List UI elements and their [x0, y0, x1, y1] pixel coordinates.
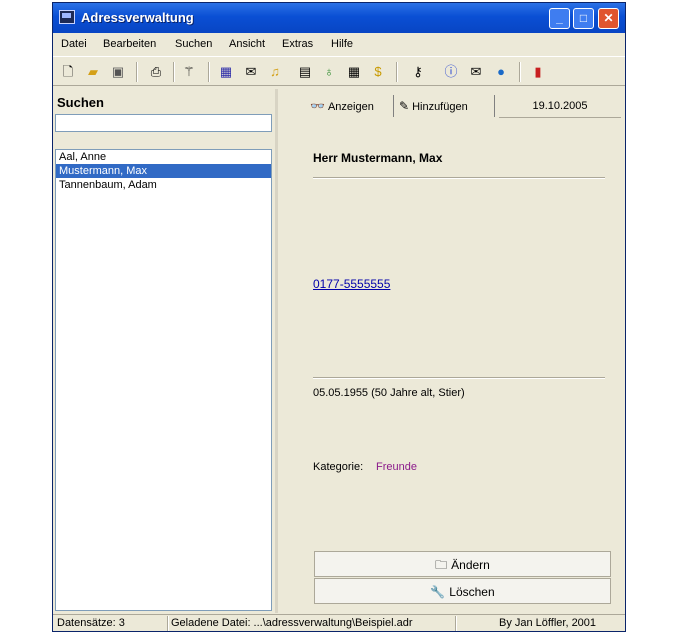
calendar-icon[interactable]: ▦: [218, 64, 234, 80]
edit-button-label: Ändern: [451, 558, 490, 572]
notepad-icon[interactable]: ▤: [297, 64, 313, 80]
contact-list[interactable]: Aal, Anne Mustermann, Max Tannenbaum, Ad…: [55, 149, 272, 611]
list-item[interactable]: Mustermann, Max: [56, 164, 271, 178]
delete-button-label: Löschen: [449, 585, 495, 599]
binoculars-icon: 👓: [310, 99, 325, 113]
key-icon[interactable]: ⚷: [410, 64, 426, 80]
category-value: Freunde: [376, 461, 417, 473]
toolbar: 🗋 ▰ ▣ ⎙ ⚚ ▦ ✉ ♫ ▤ ♁ ▦ $ ⚷ ⓘ ✉ ● ▮: [53, 56, 625, 86]
menu-datei[interactable]: Datei: [61, 38, 87, 50]
search-input[interactable]: [55, 114, 272, 132]
status-separator: [455, 616, 457, 631]
status-file: Geladene Datei: ...\adressverwaltung\Bei…: [171, 617, 413, 629]
left-pane: Suchen Aal, Anne Mustermann, Max Tannenb…: [53, 89, 275, 613]
lightbulb-icon[interactable]: ♁: [321, 64, 337, 80]
list-item[interactable]: Tannenbaum, Adam: [56, 178, 271, 192]
tab-hinzufuegen-label: Hinzufügen: [412, 101, 468, 113]
save-icon[interactable]: ▣: [110, 64, 126, 80]
bell-icon[interactable]: ♫: [267, 64, 283, 80]
menu-extras[interactable]: Extras: [282, 38, 313, 50]
menu-bearbeiten[interactable]: Bearbeiten: [103, 38, 156, 50]
status-author: By Jan Löffler, 2001: [499, 617, 597, 629]
pane-splitter[interactable]: [275, 89, 278, 613]
new-file-icon[interactable]: 🗋: [60, 64, 76, 80]
exit-icon[interactable]: ▮: [530, 64, 546, 80]
title-bar[interactable]: Adressverwaltung _ □ ✕: [53, 3, 625, 33]
birth-date: 05.05.1955 (50 Jahre alt, Stier): [313, 387, 465, 399]
menu-bar: Datei Bearbeiten Suchen Ansicht Extras H…: [53, 34, 625, 54]
toolbar-separator: [396, 62, 398, 82]
contact-name: Herr Mustermann, Max: [313, 151, 443, 165]
globe-icon[interactable]: ●: [493, 64, 509, 80]
toolbar-separator: [173, 62, 175, 82]
divider: [313, 177, 605, 179]
delete-button[interactable]: 🔧 Löschen: [314, 578, 611, 604]
maximize-button[interactable]: □: [573, 8, 594, 29]
grid-icon[interactable]: ▦: [346, 64, 362, 80]
menu-suchen[interactable]: Suchen: [175, 38, 212, 50]
menu-hilfe[interactable]: Hilfe: [331, 38, 353, 50]
status-separator: [167, 616, 169, 631]
edit-button[interactable]: 🗀 Ändern: [314, 551, 611, 577]
info-icon[interactable]: ⓘ: [443, 64, 459, 80]
wrench-icon: 🔧: [430, 585, 446, 599]
divider: [313, 377, 605, 379]
toolbar-separator: [136, 62, 138, 82]
app-window: Adressverwaltung _ □ ✕ Datei Bearbeiten …: [52, 2, 626, 632]
status-bar: Datensätze: 3 Geladene Datei: ...\adress…: [53, 614, 625, 631]
toolbar-separator: [519, 62, 521, 82]
pen-icon: ✎: [399, 99, 410, 113]
window-title: Adressverwaltung: [81, 10, 194, 25]
date-display: 19.10.2005: [499, 95, 621, 118]
contact-detail: Herr Mustermann, Max 0177-5555555 05.05.…: [303, 121, 623, 613]
tab-anzeigen-label: Anzeigen: [327, 101, 374, 113]
close-button[interactable]: ✕: [598, 8, 619, 29]
mail-icon[interactable]: ✉: [243, 64, 259, 80]
tab-hinzufuegen[interactable]: ✎ Hinzufügen: [393, 95, 495, 117]
money-icon[interactable]: $: [370, 64, 386, 80]
toolbar-separator: [208, 62, 210, 82]
search-label: Suchen: [57, 95, 104, 110]
open-folder-icon[interactable]: ▰: [85, 64, 101, 80]
status-records: Datensätze: 3: [57, 617, 125, 629]
category-label: Kategorie:: [313, 461, 364, 473]
tab-bar: 👓 Anzeigen ✎ Hinzufügen 19.10.2005: [303, 93, 623, 119]
folder-icon: 🗀: [435, 558, 448, 572]
minimize-button[interactable]: _: [549, 8, 570, 29]
print-icon[interactable]: ⎙: [148, 64, 164, 80]
app-icon: [59, 10, 75, 24]
menu-ansicht[interactable]: Ansicht: [229, 38, 265, 50]
wand-icon[interactable]: ⚚: [181, 64, 197, 80]
list-item[interactable]: Aal, Anne: [56, 150, 271, 164]
phone-link[interactable]: 0177-5555555: [313, 277, 390, 291]
mail-icon[interactable]: ✉: [468, 64, 484, 80]
tab-anzeigen[interactable]: 👓 Anzeigen: [305, 95, 389, 117]
